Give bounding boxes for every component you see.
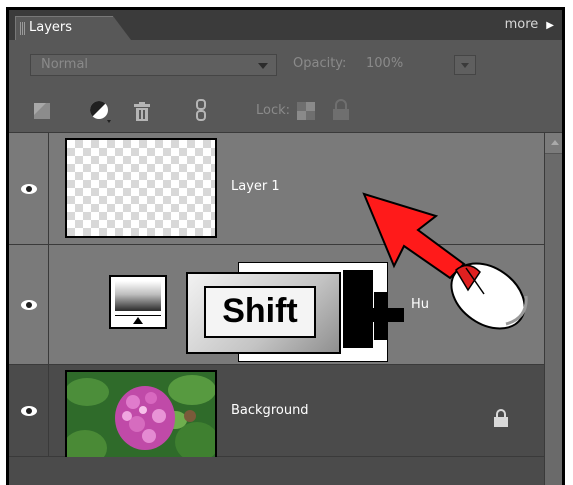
link-icon[interactable] [195, 99, 207, 121]
options-row: Normal Opacity: 100% [9, 40, 562, 80]
levels-baseline [115, 315, 161, 316]
flower-image [67, 372, 215, 468]
more-label: more [504, 17, 539, 32]
more-menu-button[interactable]: more ▶ [505, 17, 554, 32]
layer-thumbnail [65, 138, 217, 238]
adjustment-layer-icon[interactable] [89, 100, 113, 124]
triangle-right-icon: ▶ [546, 20, 554, 31]
layer-name[interactable]: Layer 1 [231, 179, 280, 194]
chevron-down-icon [258, 63, 268, 69]
eye-icon[interactable] [20, 299, 38, 311]
opacity-label: Opacity: [293, 56, 347, 71]
layers-tab[interactable]: Layers [15, 16, 131, 40]
trash-icon[interactable] [133, 102, 151, 122]
blend-mode-value: Normal [41, 57, 89, 72]
visibility-toggle[interactable] [9, 365, 49, 456]
shift-key-face: Shift [204, 286, 316, 338]
mouse-click-arrow-icon [362, 192, 528, 330]
adjustment-thumbnail [109, 275, 167, 329]
lock-label: Lock: [256, 103, 291, 118]
lock-all-icon[interactable] [332, 99, 350, 121]
layer-row[interactable]: Background [9, 365, 544, 470]
eye-icon[interactable] [20, 183, 38, 195]
levels-slider-icon [133, 317, 143, 324]
levels-gradient [115, 281, 161, 311]
panel-tab-strip: Layers more ▶ [9, 10, 562, 40]
eye-icon[interactable] [20, 405, 38, 417]
tab-grip-icon[interactable] [20, 22, 25, 35]
shift-key-icon: Shift [186, 272, 341, 354]
layers-tab-label: Layers [29, 20, 73, 35]
visibility-toggle[interactable] [9, 245, 49, 364]
flower-photo-thumbnail [65, 370, 217, 470]
lock-transparency-icon[interactable] [297, 102, 315, 120]
visibility-toggle[interactable] [9, 133, 49, 244]
opacity-dropdown-button[interactable] [454, 55, 476, 75]
lock-icon [494, 409, 508, 427]
shift-key-label: Shift [222, 292, 298, 330]
empty-layer-area [9, 457, 544, 485]
layer-name[interactable]: Background [231, 403, 309, 418]
scroll-up-button[interactable] [545, 133, 562, 154]
new-layer-icon[interactable] [33, 102, 51, 120]
layer-toolbar: Lock: [9, 80, 562, 133]
blend-mode-select[interactable]: Normal [30, 54, 277, 76]
opacity-input[interactable]: 100% [366, 56, 403, 71]
